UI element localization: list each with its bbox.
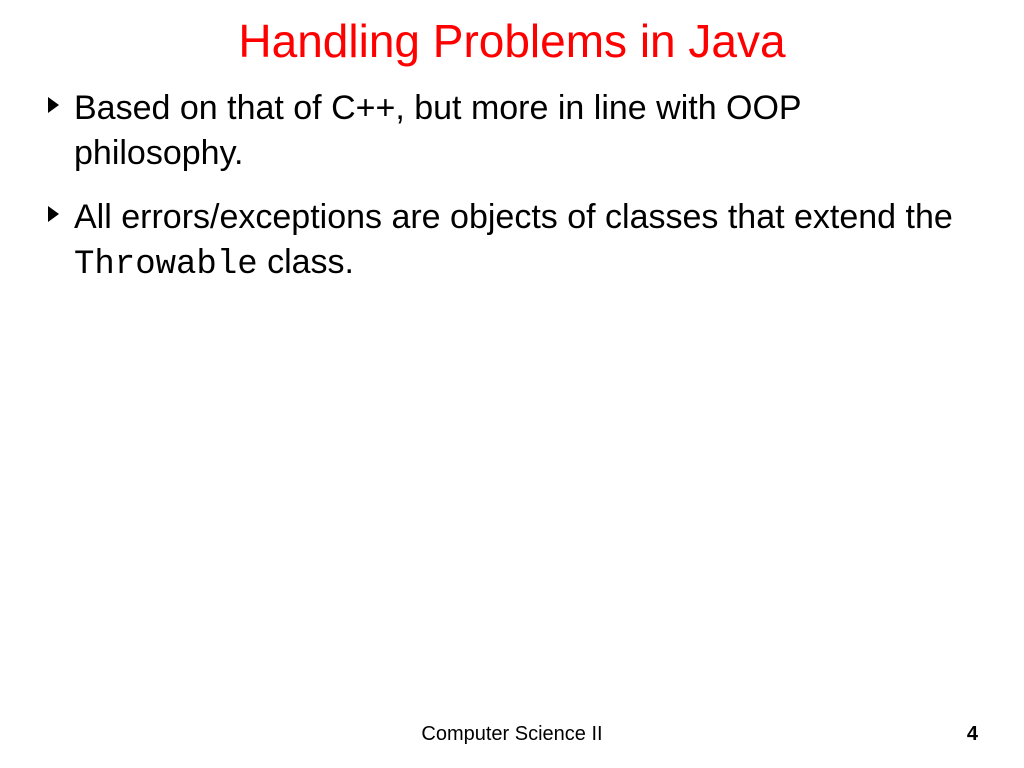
slide-content: Based on that of C++, but more in line w… (0, 86, 1024, 288)
bullet-triangle-icon (48, 97, 59, 113)
bullet-text-mono: Throwable (74, 246, 258, 284)
bullet-item: All errors/exceptions are objects of cla… (48, 195, 976, 288)
bullet-item: Based on that of C++, but more in line w… (48, 86, 976, 179)
page-number: 4 (967, 723, 978, 746)
footer-text: Computer Science II (421, 723, 602, 745)
bullet-text-pre: All errors/exceptions are objects of cla… (74, 198, 953, 236)
bullet-text-post: class. (258, 243, 354, 281)
bullet-triangle-icon (48, 206, 59, 222)
bullet-text-pre: Based on that of C++, but more in line w… (74, 89, 801, 172)
slide-footer: Computer Science II (0, 723, 1024, 746)
slide-title: Handling Problems in Java (0, 0, 1024, 86)
